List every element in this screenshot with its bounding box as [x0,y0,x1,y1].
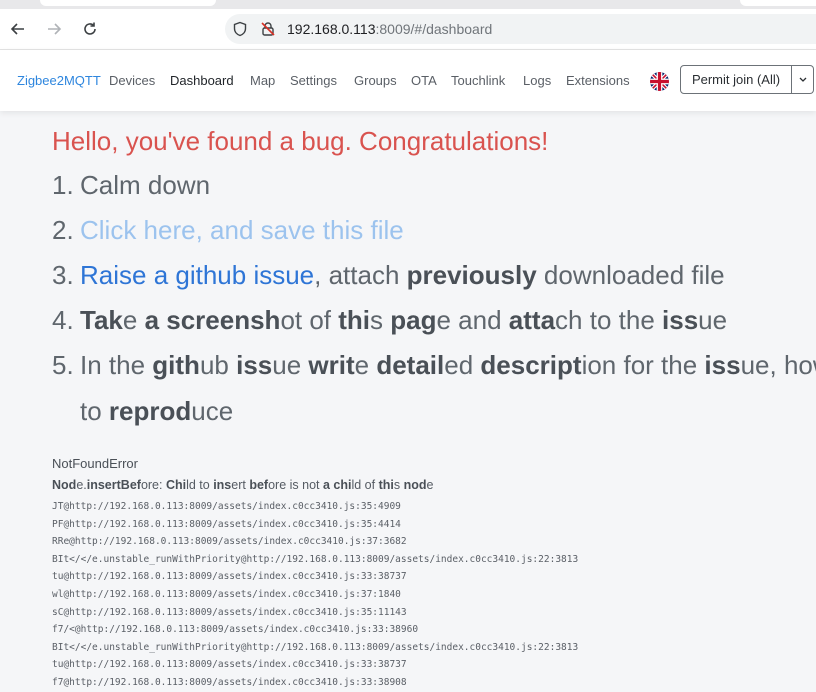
chevron-down-icon [799,77,806,82]
step-text-bold: previously [406,260,537,290]
forward-icon[interactable] [41,17,67,41]
step-number: 3. [52,260,74,290]
step-text: In the github issue write detailed descr… [80,350,816,380]
stack-line: wl@http://192.168.0.113:8009/assets/inde… [52,588,401,600]
nav-devices[interactable]: Devices [109,73,155,88]
error-title: Hello, you've found a bug. Congratulatio… [52,126,549,156]
back-icon[interactable] [5,17,31,41]
url-text[interactable]: 192.168.0.113:8009/#/dashboard [287,21,492,37]
url-host: 192.168.0.113 [287,21,376,37]
nav-ota[interactable]: OTA [411,73,437,88]
step-text: Calm down [80,170,211,200]
stack-line: sC@http://192.168.0.113:8009/assets/inde… [52,606,407,618]
app-navbar: Zigbee2MQTT Devices Dashboard Map Settin… [0,50,816,111]
address-bar[interactable]: 192.168.0.113:8009/#/dashboard [225,14,816,44]
nav-extensions[interactable]: Extensions [566,73,630,88]
step-text: to reproduce [80,396,234,426]
error-name: NotFoundError [52,456,138,471]
step-text-part: downloaded file [536,260,725,290]
nav-groups[interactable]: Groups [354,73,397,88]
nav-map[interactable]: Map [250,73,275,88]
browser-toolbar: 192.168.0.113:8009/#/dashboard [0,9,816,50]
stack-line: JT@http://192.168.0.113:8009/assets/inde… [52,501,401,512]
nav-touchlink[interactable]: Touchlink [451,73,505,88]
step-number: 4. [52,305,74,335]
permit-join-dropdown-toggle[interactable] [792,65,814,94]
url-path: :8009/#/dashboard [375,21,493,37]
stack-line: f7/<@http://192.168.0.113:8009/assets/in… [52,624,419,636]
stack-line: tu@http://192.168.0.113:8009/assets/inde… [52,571,407,583]
brand-link[interactable]: Zigbee2MQTT [17,73,101,88]
stack-line: RRe@http://192.168.0.113:8009/assets/ind… [52,536,407,548]
reload-icon[interactable] [77,17,103,41]
error-message: Node.insertBefore: Child to insert befor… [52,478,434,492]
stack-trace: JT@http://192.168.0.113:8009/assets/inde… [52,498,578,692]
save-file-link[interactable]: Click here, and save this file [80,215,404,246]
step-text: Raise a github issue, attach previously … [80,260,725,291]
nav-logs[interactable]: Logs [523,73,551,88]
github-issue-link[interactable]: Raise a github issue [80,260,314,290]
step-text: Take a screenshot of this page and attac… [80,305,728,335]
nav-dashboard[interactable]: Dashboard [170,73,234,88]
browser-tab[interactable] [740,0,816,6]
stack-line: BIt</</e.unstable_runWithPriority@http:/… [52,641,579,653]
stack-line: PF@http://192.168.0.113:8009/assets/inde… [52,518,401,530]
insecure-lock-icon[interactable] [259,20,277,38]
shield-icon[interactable] [231,20,249,38]
permit-join-button[interactable]: Permit join (All) [680,65,792,94]
stack-line: BIt</</e.unstable_runWithPriority@http:/… [52,553,579,565]
nav-settings[interactable]: Settings [290,73,337,88]
browser-tab-strip [0,0,816,9]
step-number: 5. [52,350,74,380]
browser-tab[interactable] [40,0,216,6]
step-number: 1. [52,170,74,200]
stack-line: tu@http://192.168.0.113:8009/assets/inde… [52,659,407,671]
step-text-part: , attach [314,260,407,290]
step-number: 2. [52,215,74,245]
language-flag-icon[interactable] [650,72,669,91]
